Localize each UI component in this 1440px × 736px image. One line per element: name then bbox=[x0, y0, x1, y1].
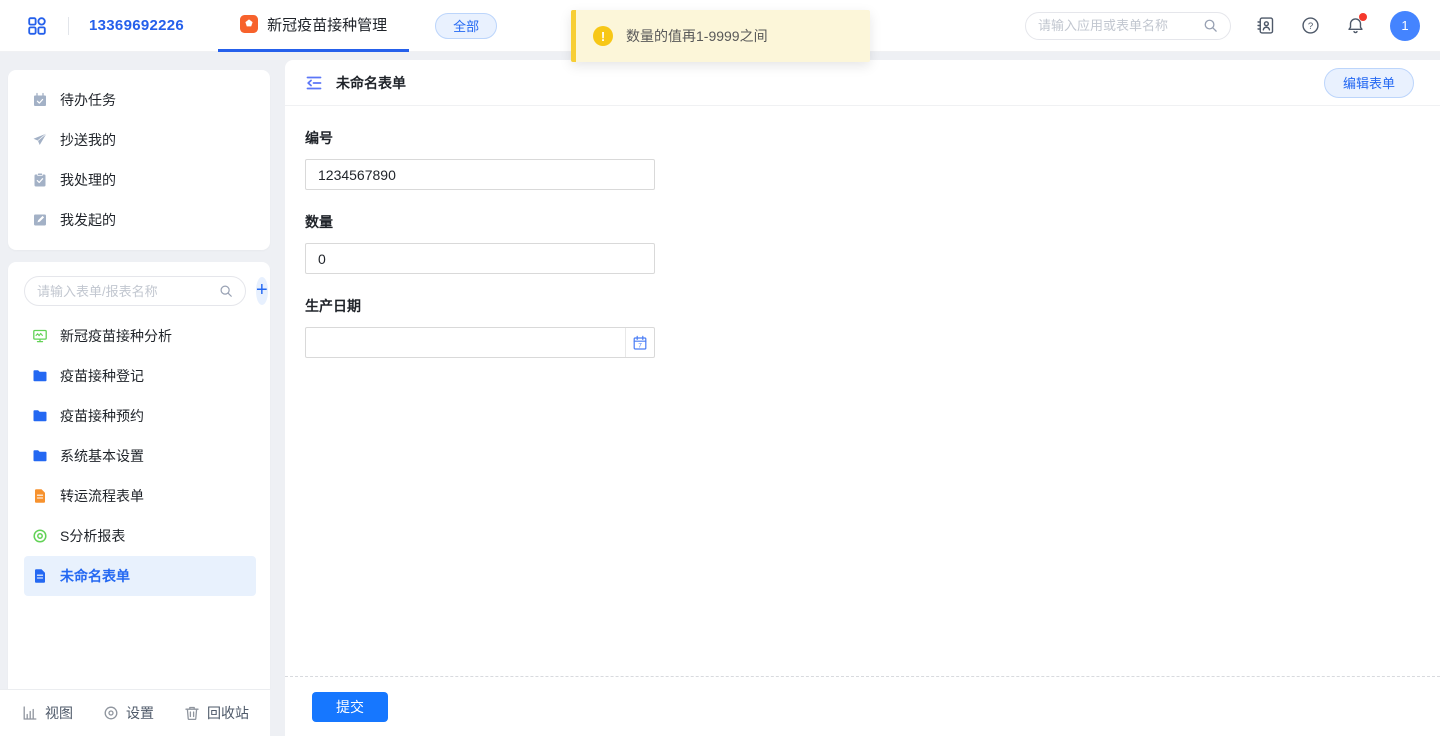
sidebar-item-initiated-by-me[interactable]: 我发起的 bbox=[8, 200, 270, 240]
trash-icon bbox=[184, 705, 200, 721]
recycle-bin-button[interactable]: 回收站 bbox=[184, 703, 249, 723]
form-search-input[interactable] bbox=[37, 284, 213, 299]
notification-bell-icon[interactable] bbox=[1345, 15, 1366, 36]
edit-form-button[interactable]: 编辑表单 bbox=[1324, 68, 1414, 98]
production-date-input[interactable] bbox=[306, 328, 625, 357]
form-footer: 提交 bbox=[285, 676, 1440, 736]
sidebar-item-label: 新冠疫苗接种分析 bbox=[60, 326, 172, 346]
search-icon bbox=[219, 284, 233, 298]
target-icon bbox=[32, 528, 48, 544]
warning-toast: ! 数量的值再1-9999之间 bbox=[571, 10, 870, 62]
sidebar-item-handled-by-me[interactable]: 我处理的 bbox=[8, 160, 270, 200]
edit-doc-icon bbox=[32, 212, 48, 228]
global-search-input[interactable] bbox=[1038, 18, 1197, 33]
app-icon bbox=[240, 15, 258, 33]
sidebar: 待办任务 抄送我的 我 bbox=[0, 52, 270, 736]
divider bbox=[68, 17, 69, 35]
search-icon bbox=[1203, 18, 1218, 33]
field-production-date: 生产日期 7 bbox=[305, 296, 1440, 358]
settings-icon bbox=[103, 705, 119, 721]
settings-button[interactable]: 设置 bbox=[103, 703, 154, 723]
sidebar-footer: 视图 设置 回收站 bbox=[0, 689, 270, 736]
apps-grid-icon[interactable] bbox=[26, 15, 48, 37]
serial-number-input[interactable] bbox=[305, 159, 655, 190]
add-form-button[interactable]: + bbox=[256, 277, 268, 305]
sidebar-item-label: 未命名表单 bbox=[60, 566, 130, 586]
send-icon bbox=[32, 132, 48, 148]
warning-icon: ! bbox=[593, 26, 613, 46]
folder-icon bbox=[32, 408, 48, 424]
task-menu-card: 待办任务 抄送我的 我 bbox=[8, 70, 270, 250]
svg-text:?: ? bbox=[1308, 21, 1313, 32]
footer-item-label: 回收站 bbox=[207, 703, 249, 723]
field-serial-number: 编号 bbox=[305, 128, 1440, 190]
notification-dot bbox=[1359, 13, 1367, 21]
tab-label: 新冠疫苗接种管理 bbox=[267, 14, 387, 35]
folder-icon bbox=[32, 448, 48, 464]
sidebar-item-vaccination-appointment[interactable]: 疫苗接种预约 bbox=[24, 396, 256, 436]
global-search[interactable] bbox=[1025, 12, 1231, 40]
bar-chart-icon bbox=[22, 705, 38, 721]
calendar-check-icon bbox=[32, 92, 48, 108]
help-icon[interactable]: ? bbox=[1300, 15, 1321, 36]
sidebar-item-label: 我发起的 bbox=[60, 210, 116, 230]
warning-message: 数量的值再1-9999之间 bbox=[626, 26, 768, 46]
sidebar-item-label: 疫苗接种预约 bbox=[60, 406, 144, 426]
account-phone-number[interactable]: 13369692226 bbox=[89, 17, 184, 34]
scope-all-pill[interactable]: 全部 bbox=[435, 13, 497, 39]
footer-item-label: 设置 bbox=[126, 703, 154, 723]
sidebar-item-todo-tasks[interactable]: 待办任务 bbox=[8, 80, 270, 120]
field-quantity: 数量 bbox=[305, 212, 1440, 274]
sidebar-item-cc-to-me[interactable]: 抄送我的 bbox=[8, 120, 270, 160]
contacts-book-icon[interactable] bbox=[1255, 15, 1276, 36]
views-button[interactable]: 视图 bbox=[22, 703, 73, 723]
sidebar-item-vaccination-registration[interactable]: 疫苗接种登记 bbox=[24, 356, 256, 396]
field-label: 生产日期 bbox=[305, 296, 1440, 316]
sidebar-item-s-analysis-report[interactable]: S分析报表 bbox=[24, 516, 256, 556]
sidebar-item-transfer-flow-form[interactable]: 转运流程表单 bbox=[24, 476, 256, 516]
sidebar-item-label: 疫苗接种登记 bbox=[60, 366, 144, 386]
form-list-card: + 新冠疫苗接种分析 疫苗接种登记 bbox=[8, 262, 270, 689]
form-search[interactable] bbox=[24, 276, 246, 306]
svg-text:7: 7 bbox=[638, 342, 642, 349]
tab-vaccine-management[interactable]: 新冠疫苗接种管理 bbox=[218, 0, 409, 52]
sidebar-item-label: 转运流程表单 bbox=[60, 486, 144, 506]
sidebar-item-label: 待办任务 bbox=[60, 90, 116, 110]
file-icon bbox=[32, 488, 48, 504]
collapse-sidebar-icon[interactable] bbox=[305, 74, 323, 92]
clipboard-check-icon bbox=[32, 172, 48, 188]
sidebar-item-label: S分析报表 bbox=[60, 526, 125, 546]
footer-item-label: 视图 bbox=[45, 703, 73, 723]
sidebar-item-label: 我处理的 bbox=[60, 170, 116, 190]
field-label: 数量 bbox=[305, 212, 1440, 232]
field-label: 编号 bbox=[305, 128, 1440, 148]
sidebar-item-label: 抄送我的 bbox=[60, 130, 116, 150]
production-date-group: 7 bbox=[305, 327, 655, 358]
form-body: 编号 数量 生产日期 7 bbox=[285, 106, 1440, 676]
folder-icon bbox=[32, 368, 48, 384]
sidebar-item-system-settings[interactable]: 系统基本设置 bbox=[24, 436, 256, 476]
submit-button[interactable]: 提交 bbox=[312, 692, 388, 722]
sidebar-item-unnamed-form[interactable]: 未命名表单 bbox=[24, 556, 256, 596]
calendar-icon[interactable]: 7 bbox=[625, 328, 654, 357]
main-panel: 未命名表单 编辑表单 编号 数量 生产日期 bbox=[285, 60, 1440, 736]
user-avatar[interactable]: 1 bbox=[1390, 11, 1420, 41]
main-header: 未命名表单 编辑表单 bbox=[285, 60, 1440, 106]
dashboard-icon bbox=[32, 328, 48, 344]
sidebar-item-label: 系统基本设置 bbox=[60, 446, 144, 466]
page-title: 未命名表单 bbox=[336, 73, 406, 93]
sidebar-item-vaccine-analysis[interactable]: 新冠疫苗接种分析 bbox=[24, 316, 256, 356]
file-icon bbox=[32, 568, 48, 584]
quantity-input[interactable] bbox=[305, 243, 655, 274]
